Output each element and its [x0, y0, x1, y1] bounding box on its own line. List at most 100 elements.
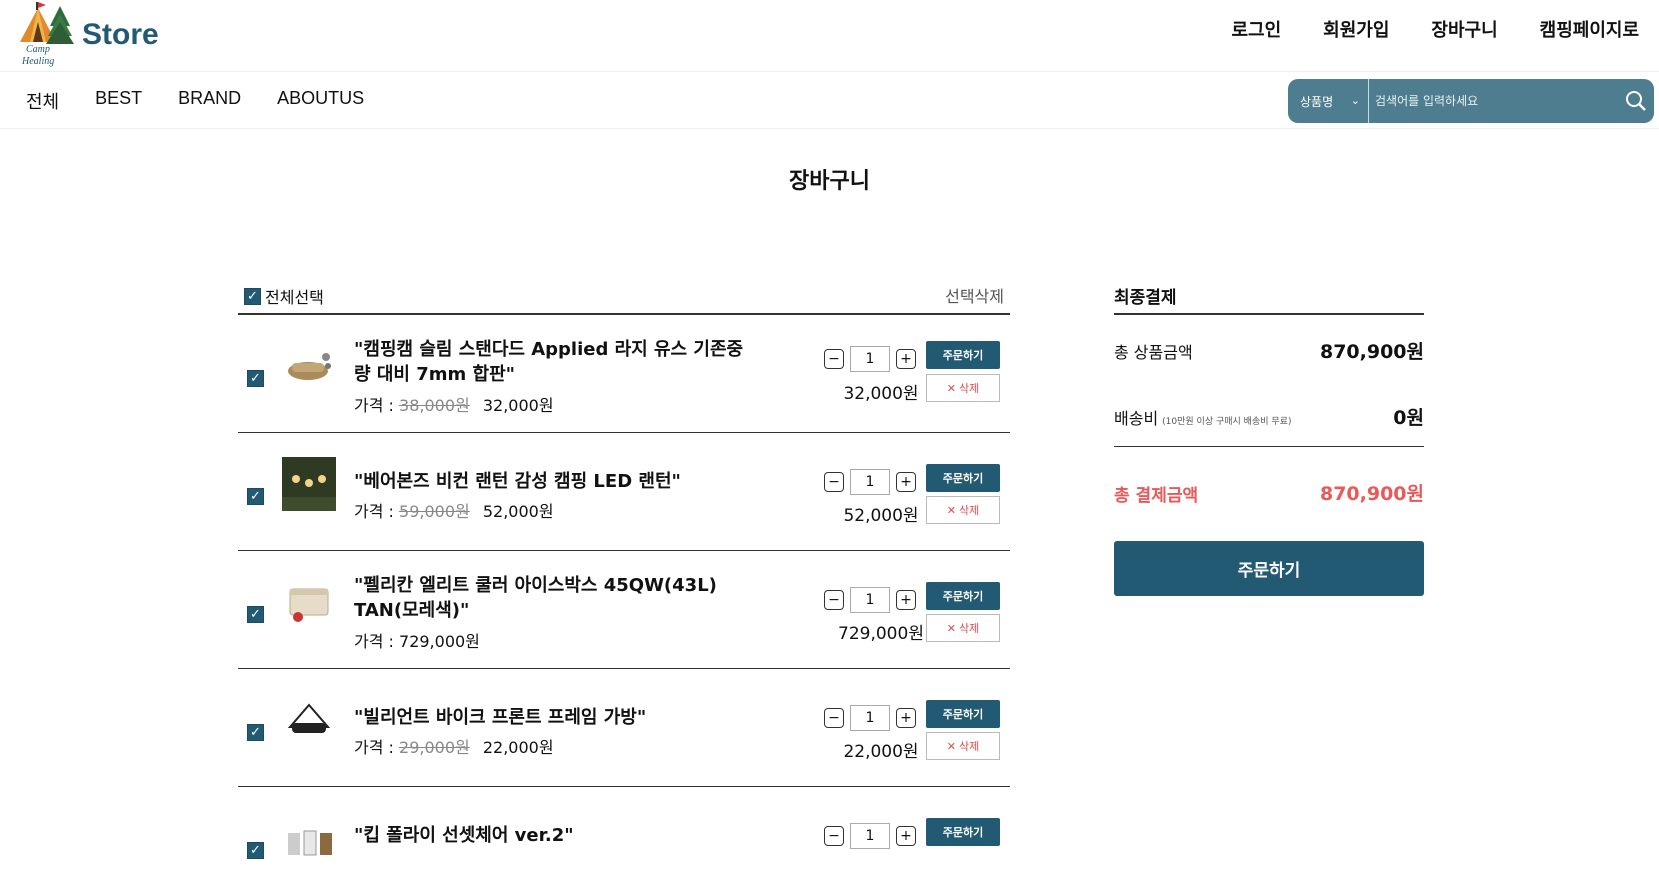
decrease-button[interactable]: −	[824, 472, 844, 492]
nav-item-aboutus[interactable]: ABOUTUS	[277, 88, 364, 114]
search-bar: 상품명 ⌄	[1288, 79, 1654, 123]
select-all-checkbox[interactable]: ✓	[244, 287, 261, 305]
delete-item-button[interactable]: ✕ 삭제	[926, 732, 1000, 760]
quantity-stepper: − 1 +	[824, 346, 916, 372]
cart-item: ✓ "캠핑캠 슬림 스탠다드 Applied 라지 유스 기존중량 대비 7mm…	[238, 315, 1010, 433]
price-prefix: 가격 :	[354, 632, 394, 651]
product-name[interactable]: "펠리칸 엘리트 쿨러 아이스박스 45QW(43L) TAN(모레색)"	[354, 573, 754, 623]
search-category-select[interactable]: 상품명 ⌄	[1288, 79, 1369, 123]
nav-item-all[interactable]: 전체	[26, 88, 59, 114]
shipping-label: 배송비	[1114, 409, 1159, 428]
decrease-button[interactable]: −	[824, 590, 844, 610]
product-thumbnail[interactable]	[282, 457, 336, 511]
price-prefix: 가격 :	[354, 738, 394, 757]
quantity-field[interactable]: 1	[850, 705, 890, 731]
delete-label: 삭제	[958, 740, 980, 753]
order-item-button[interactable]: 주문하기	[926, 700, 1000, 728]
increase-button[interactable]: +	[896, 826, 916, 846]
order-item-button[interactable]: 주문하기	[926, 818, 1000, 846]
order-item-button[interactable]: 주문하기	[926, 582, 1000, 610]
product-total-value: 870,900원	[1319, 341, 1424, 363]
order-summary: 최종결제 총 상품금액 870,900원 배송비 (10만원 이상 구매시 배송비…	[1114, 275, 1424, 596]
increase-button[interactable]: +	[896, 472, 916, 492]
item-checkbox[interactable]: ✓	[247, 370, 264, 387]
product-thumbnail[interactable]	[282, 339, 336, 393]
delete-item-button[interactable]: ✕ 삭제	[926, 496, 1000, 524]
product-thumbnail[interactable]	[282, 575, 336, 629]
item-checkbox[interactable]: ✓	[247, 488, 264, 505]
quantity-field[interactable]: 1	[850, 469, 890, 495]
original-price: 29,000원	[399, 738, 470, 757]
sale-price: 22,000원	[482, 738, 554, 757]
cart-item: ✓ "베어본즈 비컨 랜턴 감성 캠핑 LED 랜턴" 가격 : 59,000원…	[238, 433, 1010, 551]
login-link[interactable]: 로그인	[1231, 16, 1281, 42]
product-name[interactable]: "캠핑캠 슬림 스탠다드 Applied 라지 유스 기존중량 대비 7mm 합…	[354, 337, 754, 387]
cart-header: ✓ 전체선택 선택삭제	[238, 275, 1010, 315]
price-line: 가격 : 59,000원 52,000원	[354, 498, 554, 522]
delete-item-button[interactable]: ✕ 삭제	[926, 614, 1000, 642]
delete-selected-button[interactable]: 선택삭제	[945, 283, 1004, 307]
shipping-note: (10만원 이상 구매시 배송비 무료)	[1162, 417, 1292, 427]
increase-button[interactable]: +	[896, 590, 916, 610]
increase-button[interactable]: +	[896, 349, 916, 369]
product-name[interactable]: "베어본즈 비컨 랜턴 감성 캠핑 LED 랜턴"	[354, 469, 754, 494]
price-line: 가격 : 729,000원	[354, 628, 480, 652]
delete-label: 삭제	[958, 382, 980, 395]
delete-item-button[interactable]: ✕ 삭제	[926, 374, 1000, 402]
decrease-button[interactable]: −	[824, 708, 844, 728]
signup-link[interactable]: 회원가입	[1323, 16, 1389, 42]
svg-text:Healing: Healing	[21, 56, 54, 67]
cart-item: ✓ "펠리칸 엘리트 쿨러 아이스박스 45QW(43L) TAN(모레색)" …	[238, 551, 1010, 669]
search-input[interactable]	[1369, 79, 1618, 123]
page-title: 장바구니	[789, 169, 870, 194]
price-prefix: 가격 :	[354, 396, 394, 415]
decrease-button[interactable]: −	[824, 349, 844, 369]
shipping-value: 0원	[1393, 407, 1424, 429]
select-all[interactable]: ✓ 전체선택	[244, 284, 324, 308]
item-checkbox[interactable]: ✓	[247, 606, 264, 623]
product-total-label: 총 상품금액	[1114, 343, 1193, 362]
price-line: 가격 : 29,000원 22,000원	[354, 734, 554, 758]
increase-button[interactable]: +	[896, 708, 916, 728]
quantity-field[interactable]: 1	[850, 587, 890, 613]
cart-link[interactable]: 장바구니	[1431, 16, 1497, 42]
product-name[interactable]: "킵 폴라이 선셋체어 ver.2"	[354, 823, 754, 848]
search-icon[interactable]	[1618, 79, 1654, 123]
store-logo-text[interactable]: Store	[82, 18, 159, 52]
item-checkbox[interactable]: ✓	[247, 842, 264, 859]
checkout-button[interactable]: 주문하기	[1114, 541, 1424, 596]
camp-healing-logo[interactable]: Camp Healing	[16, 2, 76, 70]
cart-item: ✓ "빌리언트 바이크 프론트 프레임 가방" 가격 : 29,000원 22,…	[238, 669, 1010, 787]
close-icon: ✕	[946, 381, 956, 395]
grand-total-row: 총 결제금액 870,900원	[1114, 447, 1424, 541]
sale-price: 52,000원	[482, 502, 554, 521]
original-price: 38,000원	[399, 396, 470, 415]
close-icon: ✕	[946, 503, 956, 517]
decrease-button[interactable]: −	[824, 826, 844, 846]
summary-title: 최종결제	[1114, 275, 1424, 315]
quantity-stepper: − 1 +	[824, 823, 916, 849]
product-thumbnail[interactable]	[282, 811, 336, 865]
original-price: 59,000원	[399, 502, 470, 521]
nav-item-best[interactable]: BEST	[95, 88, 142, 114]
delete-label: 삭제	[958, 622, 980, 635]
item-subtotal: 22,000원	[843, 742, 919, 762]
product-total-row: 총 상품금액 870,900원	[1114, 315, 1424, 381]
item-subtotal: 729,000원	[838, 624, 924, 644]
shipping-label-group: 배송비 (10만원 이상 구매시 배송비 무료)	[1114, 405, 1291, 429]
camping-page-link[interactable]: 캠핑페이지로	[1540, 16, 1639, 42]
quantity-field[interactable]: 1	[850, 823, 890, 849]
chevron-down-icon: ⌄	[1350, 94, 1360, 107]
sale-price: 729,000원	[399, 632, 480, 651]
product-thumbnail[interactable]	[282, 693, 336, 747]
nav-item-brand[interactable]: BRAND	[178, 88, 241, 114]
quantity-field[interactable]: 1	[850, 346, 890, 372]
order-item-button[interactable]: 주문하기	[926, 341, 1000, 369]
top-links: 로그인 회원가입 장바구니 캠핑페이지로	[1231, 16, 1639, 42]
price-prefix: 가격 :	[354, 502, 394, 521]
shipping-row: 배송비 (10만원 이상 구매시 배송비 무료) 0원	[1114, 381, 1424, 447]
order-item-button[interactable]: 주문하기	[926, 464, 1000, 492]
close-icon: ✕	[946, 739, 956, 753]
product-name[interactable]: "빌리언트 바이크 프론트 프레임 가방"	[354, 705, 754, 730]
item-checkbox[interactable]: ✓	[247, 724, 264, 741]
